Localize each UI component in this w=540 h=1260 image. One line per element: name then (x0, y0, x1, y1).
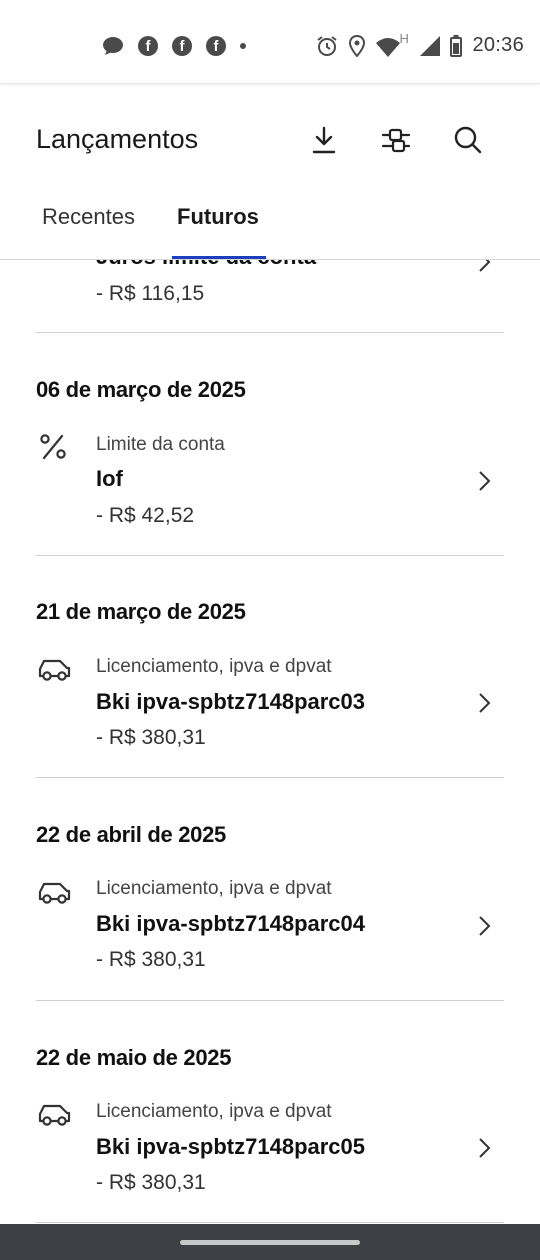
transaction-name: Bki ipva-spbtz7148parc05 (96, 1134, 366, 1159)
divider (36, 1000, 504, 1001)
transaction-category: Limite da conta (96, 434, 225, 455)
signal-icon (420, 35, 441, 56)
facebook-icon: f (206, 36, 226, 56)
system-icons: H 20:36 (306, 31, 524, 57)
search-button[interactable] (450, 122, 486, 158)
date-heading: 06 de março de 2025 (36, 377, 246, 402)
divider (36, 1222, 504, 1223)
transaction-amount: - R$ 42,52 (96, 504, 195, 527)
filter-button[interactable] (378, 122, 414, 158)
tab-recentes[interactable]: Recentes (42, 204, 135, 230)
alarm-icon (317, 35, 338, 56)
download-icon (312, 126, 336, 154)
transaction-amount: - R$ 380,31 (96, 1171, 206, 1194)
date-heading: 21 de março de 2025 (36, 599, 246, 624)
percent-icon (40, 434, 66, 460)
transaction-name: Iof (96, 466, 123, 491)
divider (36, 777, 504, 778)
tab-futuros[interactable]: Futuros (177, 204, 259, 230)
transaction-amount: - R$ 380,31 (96, 726, 206, 749)
home-gesture-handle[interactable] (180, 1240, 360, 1245)
transaction-category: Licenciamento, ipva e dpvat (96, 878, 332, 899)
car-icon (38, 882, 71, 904)
transaction-amount: - R$ 380,31 (96, 948, 206, 971)
transactions-list[interactable]: Juros limite da conta - R$ 116,15 06 de … (0, 260, 540, 1224)
chevron-right-icon (479, 471, 491, 491)
facebook-icon: f (138, 36, 158, 56)
status-bar: f f f H 20:36 (0, 0, 540, 84)
notification-dot-icon (240, 43, 246, 49)
divider (36, 555, 504, 556)
chevron-right-icon (479, 260, 491, 272)
date-heading: 22 de abril de 2025 (36, 822, 226, 847)
transaction-category: Licenciamento, ipva e dpvat (96, 1101, 332, 1122)
wifi-icon: H (376, 31, 410, 57)
tab-bar: Recentes Futuros (0, 194, 540, 260)
clock: 20:36 (472, 34, 524, 56)
network-type-label: H (399, 30, 409, 46)
transaction-name: Juros limite da conta (96, 260, 316, 270)
notification-icons: f f f (102, 36, 260, 56)
transaction-name: Bki ipva-spbtz7148parc03 (96, 689, 366, 714)
battery-icon (450, 34, 463, 57)
chat-bubble-icon (103, 37, 123, 55)
transaction-amount: - R$ 116,15 (96, 282, 205, 305)
active-tab-indicator (172, 256, 266, 259)
search-icon (454, 126, 482, 154)
transaction-category: Licenciamento, ipva e dpvat (96, 656, 332, 677)
car-icon (38, 659, 71, 681)
page-title: Lançamentos (36, 124, 199, 154)
location-icon (349, 34, 366, 57)
transaction-name: Bki ipva-spbtz7148parc04 (96, 911, 366, 936)
date-heading: 22 de maio de 2025 (36, 1045, 232, 1070)
download-button[interactable] (306, 122, 342, 158)
car-icon (38, 1104, 71, 1126)
app-header: Lançamentos (0, 84, 540, 194)
divider (36, 332, 504, 333)
facebook-icon: f (172, 36, 192, 56)
filter-icon (381, 128, 411, 153)
chevron-right-icon (479, 916, 491, 936)
chevron-right-icon (479, 1138, 491, 1158)
chevron-right-icon (479, 693, 491, 713)
system-navigation-bar (0, 1224, 540, 1260)
